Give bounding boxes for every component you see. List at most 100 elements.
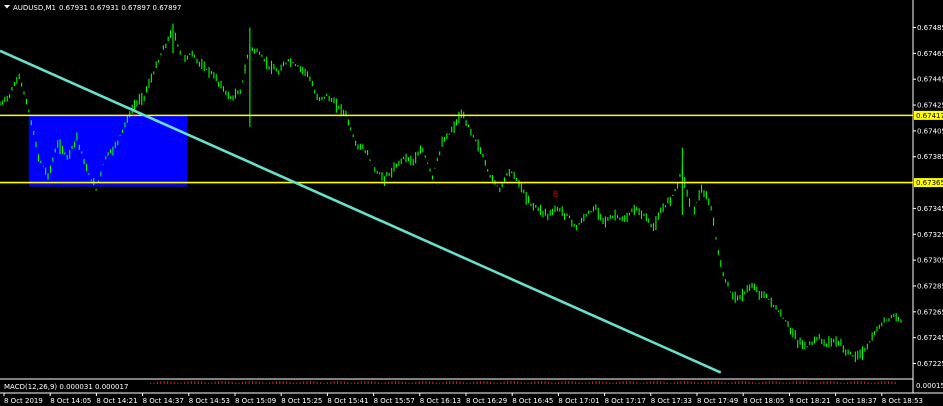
macd-bar (575, 381, 577, 384)
macd-bar (836, 381, 838, 384)
macd-bar (265, 382, 267, 384)
macd-bar (275, 381, 277, 384)
x-tick-label: 8 Oct 17:49 (697, 397, 738, 405)
y-tick-label: 0.67325 (917, 231, 943, 239)
macd-bar (530, 381, 532, 384)
macd-bar (207, 382, 209, 384)
macd-bar (309, 381, 311, 384)
macd-bar (445, 381, 447, 384)
macd-bar (813, 382, 815, 384)
x-tick-label: 8 Oct 14:05 (50, 397, 91, 405)
macd-bar (751, 382, 753, 384)
macd-bar (758, 382, 760, 384)
x-tick-label: 8 Oct 14:37 (143, 397, 184, 405)
macd-bar (819, 381, 821, 384)
macd-bar (323, 382, 325, 384)
macd-bar (673, 382, 675, 384)
x-tick-label: 8 Oct 17:01 (558, 397, 599, 405)
macd-bar (201, 381, 203, 384)
macd-bar (241, 381, 243, 384)
macd-bar (510, 381, 512, 384)
macd-bar (248, 381, 250, 384)
macd-bar (262, 382, 264, 384)
macd-bar (411, 382, 413, 384)
macd-bar (626, 381, 628, 384)
macd-bar (826, 381, 828, 384)
macd-bar (173, 381, 175, 384)
macd-bar (408, 382, 410, 384)
macd-bar (473, 381, 475, 384)
macd-bar (799, 381, 801, 384)
macd-bar (439, 382, 441, 384)
macd-bar (772, 381, 774, 384)
macd-bar (881, 381, 883, 384)
macd-bar (391, 381, 393, 384)
rectangle-object (28, 115, 188, 187)
macd-bar (303, 381, 305, 384)
x-tick-label: 8 Oct 16:45 (512, 397, 553, 405)
macd-bar (568, 381, 570, 384)
macd-bar (160, 381, 162, 384)
y-tick-label: 0.67385 (917, 153, 943, 161)
macd-bar (687, 381, 689, 384)
macd-bar (653, 381, 655, 384)
symbol-label: AUDUSD,M1 (13, 4, 56, 12)
x-tick-label: 8 Oct 17:17 (605, 397, 646, 405)
macd-bar (194, 381, 196, 384)
macd-bar (330, 381, 332, 384)
chart-background (0, 0, 943, 406)
y-tick-label: 0.67265 (917, 308, 943, 316)
macd-bar (221, 381, 223, 384)
macd-bar (690, 381, 692, 384)
macd-bar (622, 381, 624, 384)
macd-bar (578, 382, 580, 384)
macd-bar (558, 382, 560, 384)
macd-bar (364, 381, 366, 384)
x-tick-label: 8 Oct 2019 (4, 397, 43, 405)
macd-bar (296, 382, 298, 384)
macd-bar (493, 382, 495, 384)
x-tick-label: 8 Oct 14:21 (96, 397, 137, 405)
macd-bar (745, 381, 747, 384)
macd-bar (432, 381, 434, 384)
macd-bar (802, 381, 804, 384)
macd-bar (153, 382, 155, 384)
macd-bar (721, 381, 723, 384)
macd-bar (592, 381, 594, 384)
macd-bar (748, 381, 750, 384)
macd-bar (534, 381, 536, 384)
x-tick-label: 8 Oct 18:53 (882, 397, 923, 405)
macd-bar (520, 382, 522, 384)
x-tick-label: 8 Oct 18:37 (836, 397, 877, 405)
macd-bar (537, 381, 539, 384)
macd-bar (847, 382, 849, 384)
chart-area[interactable]: 0.67417 0.67365 8 0.67485 0.67465 0.67445 0.… (0, 0, 943, 406)
macd-bar (775, 381, 777, 384)
macd-bar (840, 382, 842, 384)
macd-bar (479, 381, 481, 384)
macd-bar (670, 382, 672, 384)
macd-bar (755, 382, 757, 384)
x-tick-label: 8 Oct 16:29 (466, 397, 507, 405)
macd-bar (704, 381, 706, 384)
macd-bar (462, 382, 464, 384)
macd-bar (619, 381, 621, 384)
macd-label: MACD(12,26,9) 0.000031 0.000017 (4, 383, 128, 391)
macd-bar (639, 382, 641, 384)
macd-bar (711, 381, 713, 384)
macd-bar (218, 381, 220, 384)
macd-bar (554, 382, 556, 384)
macd-bar (877, 381, 879, 384)
macd-bar (547, 381, 549, 384)
macd-bar (150, 383, 152, 384)
macd-bar (792, 381, 794, 384)
macd-bar (384, 382, 386, 384)
macd-bar (513, 381, 515, 384)
x-tick-label: 8 Oct 18:21 (789, 397, 830, 405)
macd-bar (422, 381, 424, 384)
macd-bar (167, 381, 169, 384)
macd-bar (789, 382, 791, 384)
macd-bar (707, 381, 709, 384)
macd-bar (350, 382, 352, 384)
macd-bar (347, 381, 349, 384)
